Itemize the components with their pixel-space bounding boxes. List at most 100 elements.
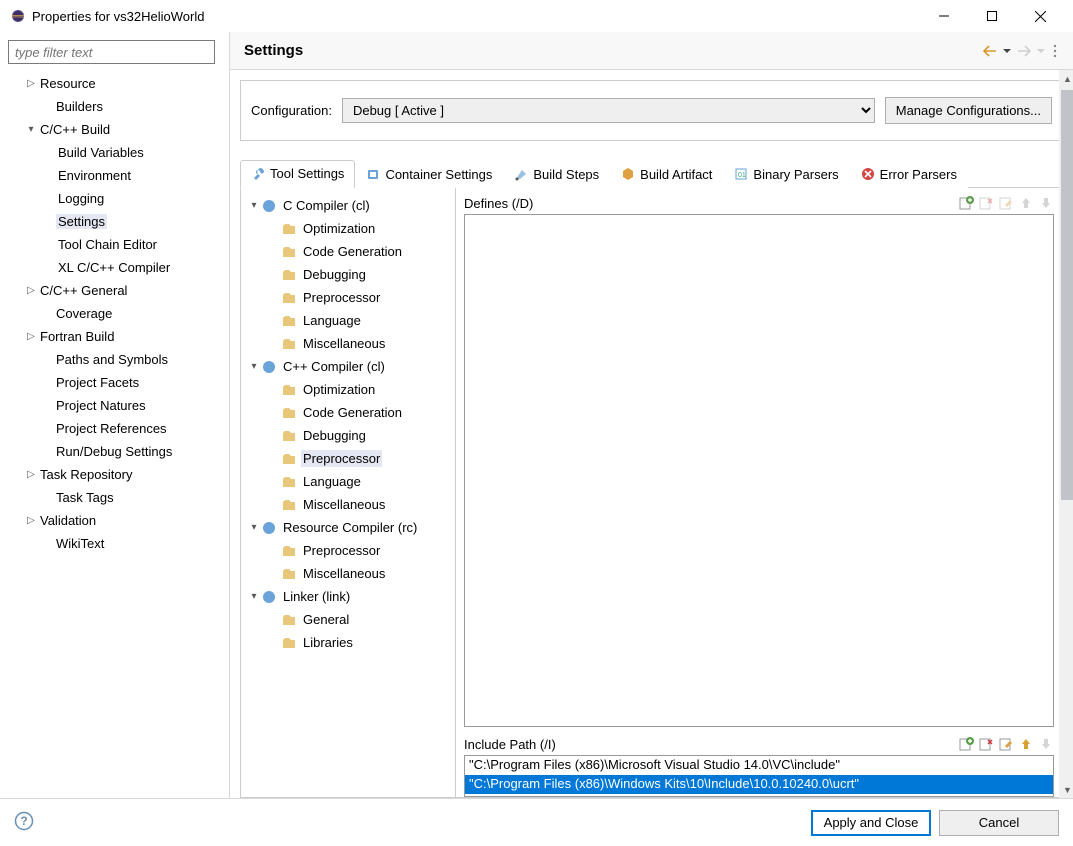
cancel-button[interactable]: Cancel — [939, 810, 1059, 836]
tool-icon — [261, 520, 277, 536]
nav-resource[interactable]: ▷Resource — [8, 72, 221, 95]
tt-cpp-optimization[interactable]: Optimization — [241, 378, 455, 401]
tt-linker-general[interactable]: General — [241, 608, 455, 631]
delete-icon[interactable] — [978, 195, 994, 211]
tab-build-steps[interactable]: Build Steps — [503, 160, 610, 188]
move-up-icon[interactable] — [1018, 736, 1034, 752]
edit-icon[interactable] — [998, 736, 1014, 752]
delete-icon[interactable] — [978, 736, 994, 752]
tt-cpp-language[interactable]: Language — [241, 470, 455, 493]
tt-cpp-codegen[interactable]: Code Generation — [241, 401, 455, 424]
nav-rundebug[interactable]: Run/Debug Settings — [8, 440, 221, 463]
tab-container-settings[interactable]: Container Settings — [355, 160, 503, 188]
manage-configurations-button[interactable]: Manage Configurations... — [885, 97, 1052, 124]
nav-fortran[interactable]: ▷Fortran Build — [8, 325, 221, 348]
move-up-icon[interactable] — [1018, 195, 1034, 211]
back-menu-icon[interactable] — [1003, 47, 1011, 55]
tool-icon — [261, 198, 277, 214]
tt-c-optimization[interactable]: Optimization — [241, 217, 455, 240]
tab-tool-settings[interactable]: Tool Settings — [240, 160, 355, 188]
tt-rc-preprocessor[interactable]: Preprocessor — [241, 539, 455, 562]
tab-build-artifact[interactable]: Build Artifact — [610, 160, 723, 188]
tool-tree: ▾C Compiler (cl) Optimization Code Gener… — [241, 188, 456, 797]
footer: ? Apply and Close Cancel — [0, 798, 1073, 846]
tt-cpp-compiler[interactable]: ▾C++ Compiler (cl) — [241, 355, 455, 378]
forward-icon[interactable] — [1017, 45, 1031, 57]
category-icon — [281, 405, 297, 421]
add-icon[interactable] — [958, 195, 974, 211]
include-label: Include Path (/I) — [464, 737, 958, 752]
tt-rc-misc[interactable]: Miscellaneous — [241, 562, 455, 585]
tt-cpp-debugging[interactable]: Debugging — [241, 424, 455, 447]
close-button[interactable] — [1017, 1, 1063, 31]
window-title: Properties for vs32HelioWorld — [32, 9, 921, 24]
vertical-scrollbar[interactable]: ▲ ▼ — [1059, 70, 1073, 798]
help-icon[interactable]: ? — [14, 811, 34, 831]
defines-list[interactable] — [464, 214, 1054, 727]
edit-icon[interactable] — [998, 195, 1014, 211]
defines-label: Defines (/D) — [464, 196, 958, 211]
view-menu-icon[interactable] — [1051, 44, 1059, 58]
nav-tasktags[interactable]: Task Tags — [8, 486, 221, 509]
scroll-up-icon[interactable]: ▲ — [1059, 70, 1073, 87]
scroll-thumb[interactable] — [1061, 90, 1073, 500]
tool-icon — [261, 359, 277, 375]
svg-text:01: 01 — [738, 172, 746, 179]
nav-builders[interactable]: Builders — [8, 95, 221, 118]
nav-validation[interactable]: ▷Validation — [8, 509, 221, 532]
nav-taskrepo[interactable]: ▷Task Repository — [8, 463, 221, 486]
nav-settings[interactable]: Settings — [8, 210, 221, 233]
tt-linker[interactable]: ▾Linker (link) — [241, 585, 455, 608]
svg-text:?: ? — [20, 814, 27, 828]
tt-cpp-preprocessor[interactable]: Preprocessor — [241, 447, 455, 470]
tt-resource-compiler[interactable]: ▾Resource Compiler (rc) — [241, 516, 455, 539]
tt-c-codegen[interactable]: Code Generation — [241, 240, 455, 263]
nav-refs[interactable]: Project References — [8, 417, 221, 440]
nav-paths[interactable]: Paths and Symbols — [8, 348, 221, 371]
tt-c-preprocessor[interactable]: Preprocessor — [241, 286, 455, 309]
tt-c-misc[interactable]: Miscellaneous — [241, 332, 455, 355]
category-icon — [281, 290, 297, 306]
category-icon — [281, 497, 297, 513]
minimize-button[interactable] — [921, 1, 967, 31]
settings-header: Settings — [230, 32, 1073, 70]
tt-cpp-misc[interactable]: Miscellaneous — [241, 493, 455, 516]
nav-natures[interactable]: Project Natures — [8, 394, 221, 417]
nav-logging[interactable]: Logging — [8, 187, 221, 210]
tab-error-parsers[interactable]: Error Parsers — [850, 160, 968, 188]
include-row-1[interactable]: "C:\Program Files (x86)\Windows Kits\10\… — [465, 775, 1053, 794]
nav-xl[interactable]: XL C/C++ Compiler — [8, 256, 221, 279]
include-list[interactable]: "C:\Program Files (x86)\Microsoft Visual… — [464, 755, 1054, 797]
tab-binary-parsers[interactable]: 01 Binary Parsers — [723, 160, 849, 188]
config-select[interactable]: Debug [ Active ] — [342, 98, 875, 123]
back-icon[interactable] — [983, 45, 997, 57]
nav-wikitext[interactable]: WikiText — [8, 532, 221, 555]
nav-facets[interactable]: Project Facets — [8, 371, 221, 394]
tt-c-debugging[interactable]: Debugging — [241, 263, 455, 286]
forward-menu-icon[interactable] — [1037, 47, 1045, 55]
category-icon — [281, 313, 297, 329]
nav-buildvars[interactable]: Build Variables — [8, 141, 221, 164]
nav-environment[interactable]: Environment — [8, 164, 221, 187]
category-icon — [281, 612, 297, 628]
tt-c-language[interactable]: Language — [241, 309, 455, 332]
nav-toolchain[interactable]: Tool Chain Editor — [8, 233, 221, 256]
tool-icon — [261, 589, 277, 605]
detail-panel: Defines (/D) Include Path (/I) — [456, 188, 1062, 797]
move-down-icon[interactable] — [1038, 195, 1054, 211]
scroll-down-icon[interactable]: ▼ — [1059, 781, 1073, 798]
nav-cppgeneral[interactable]: ▷C/C++ General — [8, 279, 221, 302]
nav-tree: ▷Resource Builders ▾C/C++ Build Build Va… — [8, 72, 221, 555]
nav-coverage[interactable]: Coverage — [8, 302, 221, 325]
include-row-0[interactable]: "C:\Program Files (x86)\Microsoft Visual… — [465, 756, 1053, 775]
maximize-button[interactable] — [969, 1, 1015, 31]
category-icon — [281, 474, 297, 490]
tt-linker-libraries[interactable]: Libraries — [241, 631, 455, 654]
nav-cppbuild[interactable]: ▾C/C++ Build — [8, 118, 221, 141]
add-icon[interactable] — [958, 736, 974, 752]
move-down-icon[interactable] — [1038, 736, 1054, 752]
category-icon — [281, 566, 297, 582]
apply-and-close-button[interactable]: Apply and Close — [811, 810, 931, 836]
tt-c-compiler[interactable]: ▾C Compiler (cl) — [241, 194, 455, 217]
filter-input[interactable] — [8, 40, 215, 64]
